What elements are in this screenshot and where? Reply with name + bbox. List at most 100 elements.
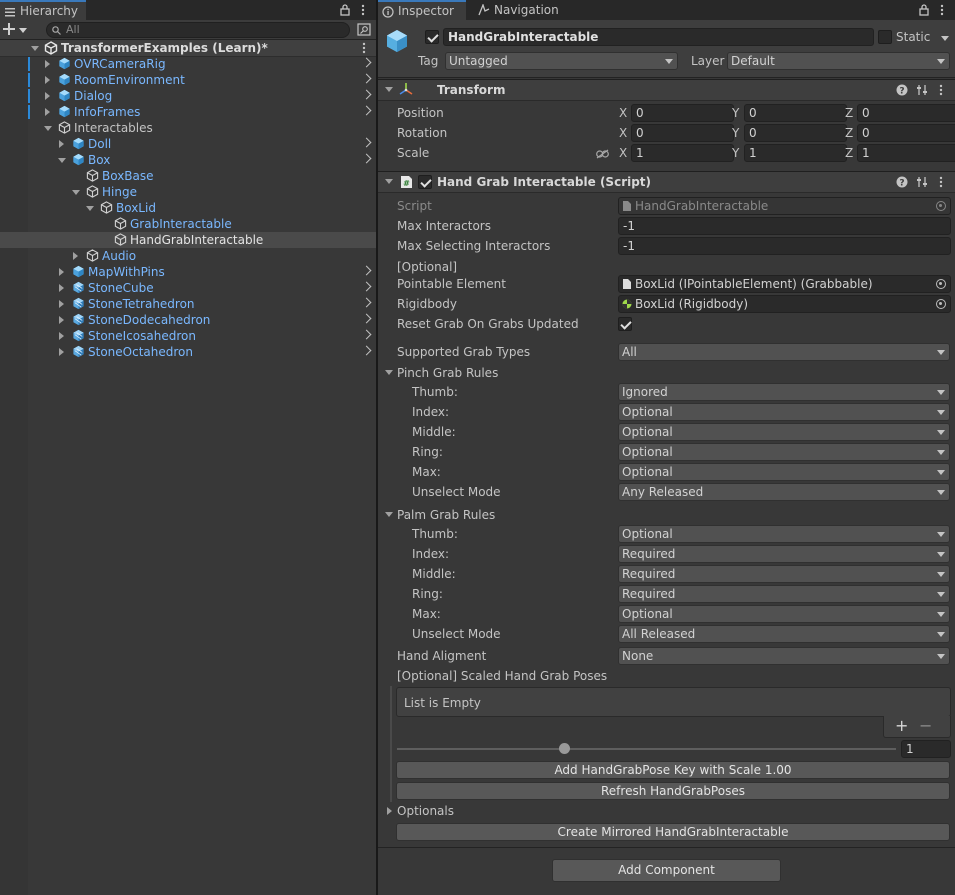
layer-dropdown[interactable]: Default: [727, 52, 950, 70]
chevron-right-icon[interactable]: [361, 281, 372, 292]
pinch-rule-dropdown[interactable]: Optional: [618, 463, 950, 481]
hierarchy-item[interactable]: Interactables: [0, 120, 376, 136]
supported-grab-dropdown[interactable]: All: [618, 343, 950, 361]
hierarchy-item[interactable]: BoxLid: [0, 200, 376, 216]
foldout-arrow-icon[interactable]: [385, 179, 393, 184]
hierarchy-item[interactable]: RoomEnvironment: [0, 72, 376, 88]
foldout-arrow-icon[interactable]: [73, 252, 78, 260]
chevron-right-icon[interactable]: [361, 329, 372, 340]
object-picker-icon[interactable]: [936, 279, 946, 289]
script-enabled-checkbox[interactable]: [418, 175, 432, 189]
palm-rule-dropdown[interactable]: Optional: [618, 605, 950, 623]
palm-foldout-icon[interactable]: [385, 512, 393, 517]
inspector-menu-icon[interactable]: [940, 4, 944, 16]
hierarchy-item[interactable]: StoneOctahedron: [0, 344, 376, 360]
foldout-arrow-icon[interactable]: [385, 87, 393, 92]
pinch-foldout-icon[interactable]: [385, 370, 393, 375]
hierarchy-item[interactable]: OVRCameraRig: [0, 56, 376, 72]
tab-hierarchy[interactable]: Hierarchy: [0, 0, 86, 20]
hierarchy-item[interactable]: BoxBase: [0, 168, 376, 184]
lock-icon[interactable]: [340, 4, 350, 16]
foldout-arrow-icon[interactable]: [44, 126, 52, 131]
active-checkbox[interactable]: [425, 30, 439, 44]
chevron-right-icon[interactable]: [361, 57, 372, 68]
palm-rule-dropdown[interactable]: Required: [618, 565, 950, 583]
hierarchy-item[interactable]: HandGrabInteractable: [0, 232, 376, 248]
chevron-right-icon[interactable]: [361, 153, 372, 164]
pinch-rules-header[interactable]: Pinch Grab Rules: [397, 366, 498, 380]
static-checkbox[interactable]: [878, 30, 892, 44]
pinch-rule-dropdown[interactable]: Optional: [618, 443, 950, 461]
rotation-x-field[interactable]: 0: [631, 124, 734, 142]
hierarchy-item[interactable]: Hinge: [0, 184, 376, 200]
list-add-button[interactable]: +: [895, 716, 908, 735]
chevron-right-icon[interactable]: [361, 265, 372, 276]
scale-x-field[interactable]: 1: [631, 144, 734, 162]
foldout-arrow-icon[interactable]: [59, 332, 64, 340]
pinch-rule-dropdown[interactable]: Optional: [618, 423, 950, 441]
list-remove-button[interactable]: −: [919, 716, 932, 735]
add-pose-key-button[interactable]: Add HandGrabPose Key with Scale 1.00: [396, 761, 950, 779]
hierarchy-item[interactable]: Box: [0, 152, 376, 168]
tab-navigation[interactable]: Navigation: [474, 0, 564, 20]
pointable-field[interactable]: BoxLid (IPointableElement) (Grabbable): [618, 275, 951, 293]
scale-y-field[interactable]: 1: [744, 144, 847, 162]
foldout-arrow-icon[interactable]: [45, 76, 50, 84]
transform-header[interactable]: Transform ?: [378, 79, 955, 101]
rigidbody-field[interactable]: BoxLid (Rigidbody): [618, 295, 951, 313]
hierarchy-item[interactable]: StoneTetrahedron: [0, 296, 376, 312]
position-z-field[interactable]: 0: [857, 104, 955, 122]
hand-alignment-dropdown[interactable]: None: [618, 647, 950, 665]
scene-row[interactable]: TransformerExamples (Learn)*: [0, 40, 376, 57]
component-menu-icon[interactable]: [939, 176, 943, 188]
chevron-right-icon[interactable]: [361, 297, 372, 308]
palm-rule-dropdown[interactable]: Required: [618, 585, 950, 603]
position-y-field[interactable]: 0: [744, 104, 847, 122]
create-mirrored-button[interactable]: Create Mirrored HandGrabInteractable: [396, 823, 950, 841]
palm-rule-dropdown[interactable]: Required: [618, 545, 950, 563]
hierarchy-item[interactable]: StoneCube: [0, 280, 376, 296]
tag-dropdown[interactable]: Untagged: [445, 52, 678, 70]
scale-value-field[interactable]: 1: [901, 740, 951, 758]
scale-slider-thumb[interactable]: [559, 743, 570, 754]
foldout-arrow-icon[interactable]: [72, 190, 80, 195]
tab-inspector[interactable]: Inspector: [378, 0, 466, 20]
hierarchy-item[interactable]: InfoFrames: [0, 104, 376, 120]
chevron-right-icon[interactable]: [361, 137, 372, 148]
foldout-arrow-icon[interactable]: [58, 158, 66, 163]
scale-z-field[interactable]: 1: [857, 144, 955, 162]
presets-icon[interactable]: [916, 176, 928, 188]
chevron-right-icon[interactable]: [361, 313, 372, 324]
scene-menu-icon[interactable]: [362, 42, 366, 54]
chevron-right-icon[interactable]: [361, 89, 372, 100]
foldout-arrow-icon[interactable]: [59, 284, 64, 292]
rotation-y-field[interactable]: 0: [744, 124, 847, 142]
foldout-arrow-icon[interactable]: [59, 268, 64, 276]
hierarchy-item[interactable]: Doll: [0, 136, 376, 152]
hierarchy-item[interactable]: StoneDodecahedron: [0, 312, 376, 328]
foldout-arrow-icon[interactable]: [59, 140, 64, 148]
add-component-button[interactable]: Add Component: [552, 859, 781, 882]
optionals-foldout-icon[interactable]: [387, 807, 392, 815]
palm-rules-header[interactable]: Palm Grab Rules: [397, 508, 495, 522]
refresh-poses-button[interactable]: Refresh HandGrabPoses: [396, 782, 950, 800]
help-icon[interactable]: ?: [896, 84, 908, 96]
chevron-right-icon[interactable]: [361, 73, 372, 84]
help-icon[interactable]: ?: [896, 176, 908, 188]
component-menu-icon[interactable]: [939, 84, 943, 96]
optionals-label[interactable]: Optionals: [397, 804, 454, 818]
object-name-field[interactable]: HandGrabInteractable: [443, 28, 874, 46]
pinch-rule-dropdown[interactable]: Any Released: [618, 483, 950, 501]
scene-search-icon[interactable]: [357, 23, 371, 36]
foldout-arrow-icon[interactable]: [86, 206, 94, 211]
scale-slider-track[interactable]: [397, 748, 896, 750]
position-x-field[interactable]: 0: [631, 104, 734, 122]
max-interactors-field[interactable]: -1: [618, 217, 951, 235]
palm-rule-dropdown[interactable]: Optional: [618, 525, 950, 543]
reset-grab-checkbox[interactable]: [618, 317, 632, 331]
pinch-rule-dropdown[interactable]: Ignored: [618, 383, 950, 401]
foldout-arrow-icon[interactable]: [45, 60, 50, 68]
constrain-proportions-icon[interactable]: [596, 149, 609, 159]
hierarchy-item[interactable]: StoneIcosahedron: [0, 328, 376, 344]
presets-icon[interactable]: [916, 84, 928, 96]
